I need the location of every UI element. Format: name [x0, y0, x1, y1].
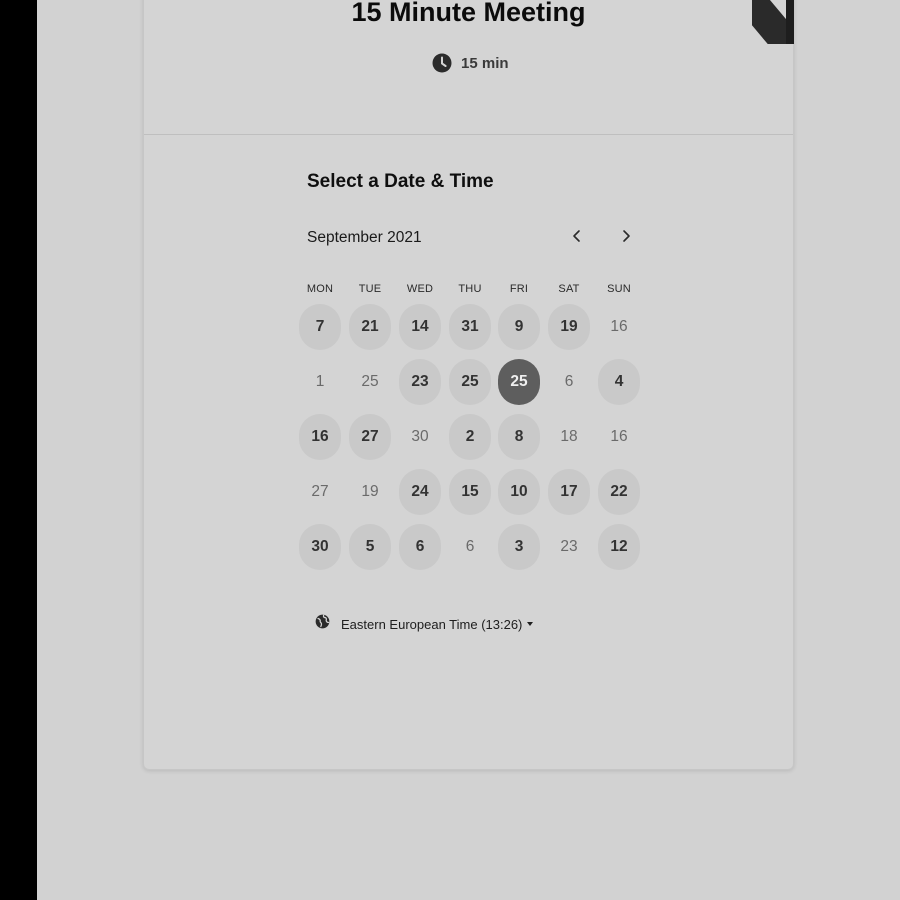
unavailable-day: 23 — [560, 538, 578, 555]
event-header: 15 Minute Meeting 15 min — [144, 0, 794, 135]
clock-icon — [432, 53, 452, 73]
globe-icon — [315, 614, 330, 634]
month-label: September 2021 — [307, 229, 422, 246]
selected-day[interactable]: 25 — [498, 359, 540, 405]
available-day[interactable]: 7 — [299, 304, 341, 350]
available-day[interactable]: 22 — [598, 469, 640, 515]
timezone-label: Eastern European Time (13:26) — [341, 616, 523, 632]
timezone-selector[interactable]: Eastern European Time (13:26) — [315, 614, 534, 634]
caret-down-icon — [527, 622, 534, 626]
weekday-thu: THU — [458, 283, 482, 295]
unavailable-day: 6 — [564, 373, 574, 390]
unavailable-day: 30 — [411, 428, 429, 445]
available-day[interactable]: 10 — [498, 469, 540, 515]
available-day[interactable]: 16 — [299, 414, 341, 460]
available-day[interactable]: 25 — [449, 359, 491, 405]
weekday-wed: WED — [406, 283, 434, 295]
available-day[interactable]: 12 — [598, 524, 640, 570]
available-day[interactable]: 15 — [449, 469, 491, 515]
available-day[interactable]: 30 — [299, 524, 341, 570]
picker-title: Select a Date & Time — [307, 171, 494, 192]
unavailable-day: 16 — [610, 318, 628, 335]
corner-ribbon — [752, 0, 794, 44]
available-day[interactable]: 3 — [498, 524, 540, 570]
available-day[interactable]: 6 — [399, 524, 441, 570]
available-day[interactable]: 19 — [548, 304, 590, 350]
weekday-sat: SAT — [558, 283, 580, 295]
available-day[interactable]: 27 — [349, 414, 391, 460]
available-day[interactable]: 8 — [498, 414, 540, 460]
available-day[interactable]: 31 — [449, 304, 491, 350]
available-day[interactable]: 5 — [349, 524, 391, 570]
unavailable-day: 6 — [465, 538, 475, 555]
available-day[interactable]: 2 — [449, 414, 491, 460]
left-border — [0, 0, 37, 900]
weekday-mon: MON — [306, 283, 334, 295]
weekday-sun: SUN — [607, 283, 631, 295]
unavailable-day: 25 — [361, 373, 379, 390]
weekday-fri: FRI — [509, 283, 529, 295]
available-day[interactable]: 23 — [399, 359, 441, 405]
available-day[interactable]: 9 — [498, 304, 540, 350]
available-day[interactable]: 24 — [399, 469, 441, 515]
prev-month-button[interactable] — [561, 222, 593, 254]
chevron-right-icon — [620, 229, 632, 248]
available-day[interactable]: 14 — [399, 304, 441, 350]
unavailable-day: 27 — [311, 483, 329, 500]
unavailable-day: 16 — [610, 428, 628, 445]
unavailable-day: 19 — [361, 483, 379, 500]
event-title: 15 Minute Meeting — [351, 0, 586, 27]
next-month-button[interactable] — [610, 222, 642, 254]
available-day[interactable]: 4 — [598, 359, 640, 405]
chevron-left-icon — [571, 229, 583, 248]
unavailable-day: 1 — [315, 373, 325, 390]
unavailable-day: 18 — [560, 428, 578, 445]
duration-label: 15 min — [461, 54, 509, 72]
available-day[interactable]: 21 — [349, 304, 391, 350]
available-day[interactable]: 17 — [548, 469, 590, 515]
event-duration: 15 min — [432, 53, 509, 73]
weekday-tue: TUE — [358, 283, 382, 295]
